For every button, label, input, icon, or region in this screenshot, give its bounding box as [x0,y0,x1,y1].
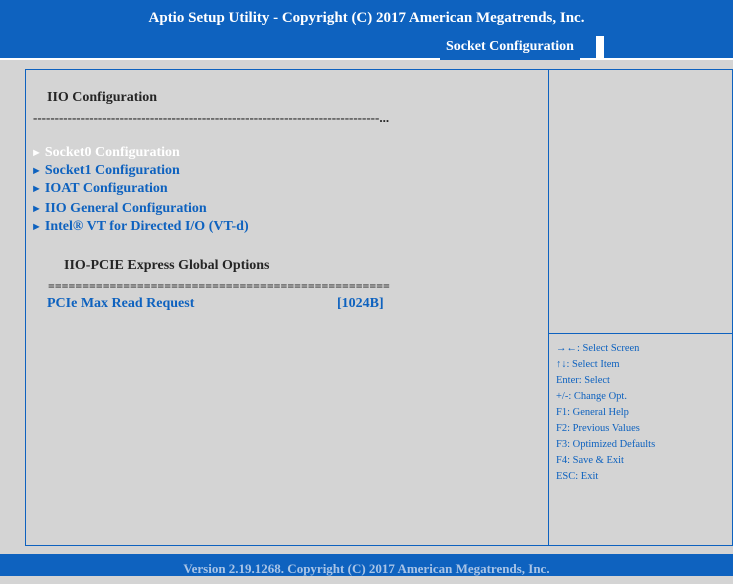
footer-version: Version 2.19.1268. Copyright (C) 2017 Am… [0,554,733,576]
panel-divider-vertical [548,69,549,546]
pcie-max-read-request-label[interactable]: PCIe Max Read Request [47,296,194,312]
menu-item-label: IOAT Configuration [44,181,168,196]
menu-item-label: Socket1 Configuration [44,163,180,178]
help-panel: →←: Select Screen ↑↓: Select Item Enter:… [556,341,726,485]
help-line: ESC: Exit [556,471,599,482]
help-line: F4: Save & Exit [556,455,624,466]
tab-bar: Socket Configuration [0,36,733,60]
equals-separator: ========================================… [48,279,390,293]
menu-item-ioat[interactable]: ► IOAT Configuration [31,181,168,197]
menu-item-socket0[interactable]: ► Socket0 Configuration [31,145,180,161]
submenu-arrow-icon: ► [31,183,42,195]
title-bar: Aptio Setup Utility - Copyright (C) 2017… [0,0,733,36]
help-line: F2: Previous Values [556,423,640,434]
help-line: ↑↓: Select Item [556,359,620,370]
help-line: F1: General Help [556,407,629,418]
help-line: →←: Select Screen [556,343,640,354]
submenu-arrow-icon: ► [31,147,42,159]
menu-item-label: Socket0 Configuration [44,145,180,160]
menu-item-socket1[interactable]: ► Socket1 Configuration [31,163,180,179]
page-title: IIO Configuration [47,90,158,105]
submenu-arrow-icon: ► [31,203,42,215]
menu-item-vt-d[interactable]: ► Intel® VT for Directed I/O (VT-d) [31,219,249,235]
help-line: +/-: Change Opt. [556,391,627,402]
tab-socket-configuration[interactable]: Socket Configuration [440,36,580,60]
submenu-arrow-icon: ► [31,221,42,233]
section-subheading: IIO-PCIE Express Global Options [64,258,270,273]
help-divider [549,333,733,334]
help-line: Enter: Select [556,375,610,386]
menu-item-label: Intel® VT for Directed I/O (VT-d) [44,219,249,234]
menu-item-label: IIO General Configuration [44,201,207,216]
menu-item-iio-general[interactable]: ► IIO General Configuration [31,201,207,217]
help-line: F3: Optimized Defaults [556,439,656,450]
pcie-max-read-request-value[interactable]: [1024B] [337,296,384,312]
tab-accent [596,36,604,58]
submenu-arrow-icon: ► [31,165,42,177]
dash-separator: ----------------------------------------… [33,110,390,125]
